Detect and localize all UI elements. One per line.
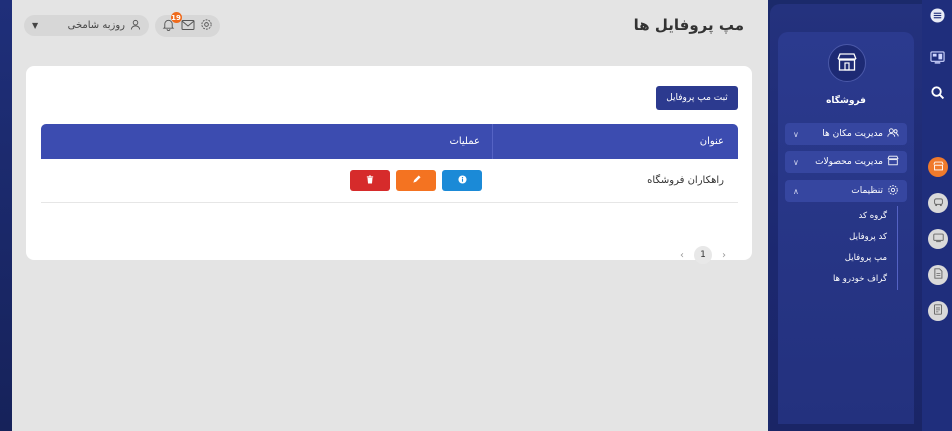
info-icon	[457, 174, 467, 187]
header-icon-group: 19	[155, 12, 220, 37]
sidebar-item-label: تنظیمات	[851, 186, 883, 196]
table-header: عنوان عملیات	[41, 124, 738, 159]
rail-store-button[interactable]	[928, 157, 948, 177]
user-name: روزبه شامخی	[67, 20, 125, 31]
sidebar-item-label-group: تنظیمات	[851, 184, 899, 199]
gear-icon	[887, 184, 899, 199]
rail-document-button[interactable]	[928, 265, 948, 285]
row-title: راهکاران فروشگاه	[647, 175, 724, 186]
notification-button[interactable]: 19	[161, 12, 182, 34]
settings-button[interactable]	[199, 18, 215, 34]
messages-button[interactable]	[180, 18, 196, 34]
sidebar-item-label-group: مدیریت محصولات	[815, 155, 899, 169]
caret-down-icon: ▼	[32, 21, 39, 30]
search-icon	[930, 85, 945, 103]
sidebar-item-products[interactable]: مدیریت محصولات ∨	[785, 151, 907, 173]
submenu-item-vehicle-graph[interactable]: گراف خودرو ها	[833, 269, 887, 290]
content-card: ثبت مپ پروفایل عنوان عملیات راهکاران فرو…	[26, 66, 752, 264]
sidebar-item-label: مدیریت مکان ها	[822, 129, 883, 139]
hamburger-icon	[930, 7, 945, 26]
dashboard-icon	[930, 50, 945, 68]
page-title: مپ پروفایل ها	[633, 16, 744, 34]
store-logo	[828, 44, 866, 82]
chevron-down-icon: ∨	[793, 129, 799, 139]
sidebar-item-label-group: مدیریت مکان ها	[822, 127, 899, 141]
chevron-down-icon: ∨	[793, 157, 799, 167]
dashboard-button[interactable]	[929, 50, 946, 67]
mail-icon	[181, 19, 195, 34]
profiles-table: عنوان عملیات راهکاران فروشگاه	[41, 124, 738, 203]
column-header-title: عنوان	[492, 124, 738, 159]
user-name-group: روزبه شامخی	[68, 19, 141, 33]
report-icon	[933, 304, 943, 318]
main-content: روزبه شامخی ▼ 19 مپ پروفایل ها ثبت مپ پر…	[12, 0, 768, 431]
search-button[interactable]	[929, 85, 946, 102]
rail-report-button[interactable]	[928, 301, 948, 321]
page-number[interactable]: 1	[694, 246, 712, 264]
prev-page-chevron-icon[interactable]: ‹	[680, 250, 684, 261]
store-icon	[887, 155, 899, 169]
user-menu[interactable]: روزبه شامخی ▼	[24, 15, 149, 36]
pagination: ‹ 1 ›	[680, 246, 726, 264]
submenu-item-profile-code[interactable]: کد پروفایل	[833, 227, 887, 248]
row-operations	[41, 159, 492, 202]
gear-icon	[200, 18, 213, 34]
user-icon	[130, 19, 141, 33]
left-edge-strip	[0, 0, 12, 431]
store-icon	[932, 161, 944, 174]
add-map-profile-button[interactable]: ثبت مپ پروفایل	[656, 86, 738, 110]
crm-icon	[932, 233, 944, 246]
settings-submenu: گروه کد کد پروفایل مپ پروفایل گراف خودرو…	[833, 206, 898, 290]
users-icon	[887, 127, 899, 141]
chevron-up-icon: ∧	[793, 186, 799, 196]
submenu-item-map-profile[interactable]: مپ پروفایل	[833, 248, 887, 269]
sidebar-item-label: مدیریت محصولات	[815, 157, 883, 167]
rail-vehicle-button[interactable]	[928, 193, 948, 213]
top-bar: روزبه شامخی ▼ 19 مپ پروفایل ها	[12, 0, 768, 50]
icon-rail	[922, 0, 952, 431]
sidebar-panel: فروشگاه مدیریت مکان ها ∨ مدیریت محصولات …	[778, 32, 914, 424]
store-icon	[836, 52, 858, 75]
info-button[interactable]	[442, 170, 482, 191]
edit-button[interactable]	[396, 170, 436, 191]
vehicle-icon	[933, 197, 944, 210]
sidebar-item-settings[interactable]: تنظیمات ∧	[785, 180, 907, 202]
document-icon	[933, 268, 943, 282]
rail-crm-button[interactable]	[928, 229, 948, 249]
table-row: راهکاران فروشگاه	[41, 159, 738, 203]
pencil-icon	[412, 174, 421, 187]
column-header-operations: عملیات	[449, 136, 480, 147]
menu-toggle-button[interactable]	[929, 7, 946, 26]
delete-button[interactable]	[350, 170, 390, 191]
submenu-item-code-group[interactable]: گروه کد	[833, 206, 887, 227]
trash-icon	[366, 174, 374, 187]
sidebar: فروشگاه مدیریت مکان ها ∨ مدیریت محصولات …	[770, 4, 952, 431]
next-page-chevron-icon[interactable]: ›	[722, 250, 726, 261]
sidebar-section-label: فروشگاه	[826, 96, 866, 106]
sidebar-item-locations[interactable]: مدیریت مکان ها ∨	[785, 123, 907, 145]
